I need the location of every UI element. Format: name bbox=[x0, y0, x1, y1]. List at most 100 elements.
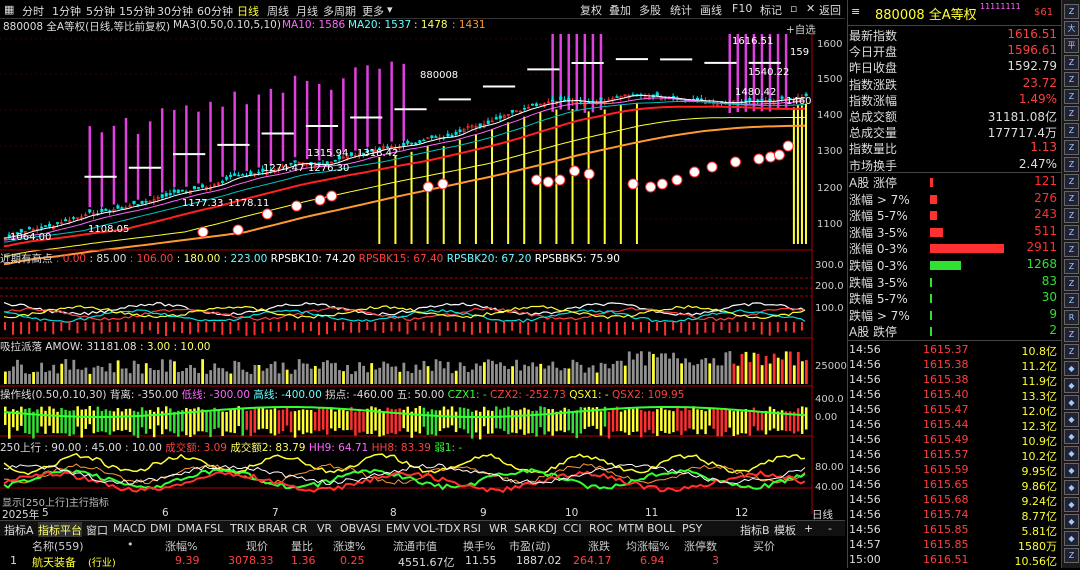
indicator-tab[interactable]: CR bbox=[292, 522, 307, 535]
indicator-tab[interactable]: BOLL bbox=[647, 522, 675, 535]
indicator-tab[interactable]: KDJ bbox=[538, 522, 557, 535]
side-tool-icon[interactable]: Z bbox=[1064, 106, 1079, 121]
period-tab[interactable]: 15分钟 bbox=[119, 3, 155, 19]
side-tool-icon[interactable]: ◆ bbox=[1064, 361, 1079, 376]
tool-button[interactable]: 返回 bbox=[819, 2, 841, 18]
indicator-tab[interactable]: PSY bbox=[682, 522, 702, 535]
side-tool-icon[interactable]: Z bbox=[1064, 344, 1079, 359]
period-tab[interactable]: 60分钟 bbox=[197, 3, 233, 19]
period-tab[interactable]: 月线 bbox=[296, 3, 318, 19]
period-tab[interactable]: 1分钟 bbox=[52, 3, 81, 19]
side-tool-icon[interactable]: ◆ bbox=[1064, 412, 1079, 427]
period-tab[interactable]: 日线 bbox=[237, 3, 259, 19]
side-tool-icon[interactable]: Z bbox=[1064, 276, 1079, 291]
indicator-tab[interactable]: MACD bbox=[113, 522, 146, 535]
period-tab[interactable]: 分时 bbox=[22, 3, 44, 19]
side-tool-icon[interactable]: Z bbox=[1064, 327, 1079, 342]
column-header[interactable]: 流通市值 bbox=[393, 538, 437, 554]
side-tool-icon[interactable]: Z bbox=[1064, 140, 1079, 155]
indicator-tab[interactable]: MTM bbox=[618, 522, 644, 535]
side-tool-icon[interactable]: ◆ bbox=[1064, 429, 1079, 444]
indicator-tab[interactable]: VOL-TDX bbox=[413, 522, 461, 535]
column-header[interactable]: 量比 bbox=[291, 538, 313, 554]
side-tool-icon[interactable]: Z bbox=[1064, 157, 1079, 172]
side-tool-icon[interactable]: Z bbox=[1064, 4, 1079, 19]
side-tool-icon[interactable]: ◆ bbox=[1064, 497, 1079, 512]
column-header[interactable]: 换手% bbox=[463, 538, 495, 554]
side-tool-icon[interactable]: Z bbox=[1064, 293, 1079, 308]
side-tool-icon[interactable]: ◆ bbox=[1064, 446, 1079, 461]
indicator-tab[interactable]: 指标B bbox=[740, 522, 770, 538]
period-tab[interactable]: 周线 bbox=[267, 3, 289, 19]
side-tool-icon[interactable]: Z bbox=[1064, 89, 1079, 104]
side-tool-icon[interactable]: ◆ bbox=[1064, 480, 1079, 495]
indicator-tab[interactable]: CCI bbox=[563, 522, 582, 535]
tool-button[interactable]: 叠加 bbox=[609, 2, 631, 18]
indicator-tab[interactable]: SAR bbox=[514, 522, 536, 535]
tool-button[interactable]: F10 bbox=[732, 2, 752, 15]
layout-grid-icon[interactable]: ▦ bbox=[4, 3, 14, 16]
period-tab[interactable]: 多周期 bbox=[323, 3, 356, 19]
indicator-tab[interactable]: DMA bbox=[177, 522, 203, 535]
side-tool-icon[interactable]: 大 bbox=[1064, 21, 1079, 36]
side-tool-icon[interactable]: ◆ bbox=[1064, 395, 1079, 410]
side-tool-icon[interactable]: ◆ bbox=[1064, 514, 1079, 529]
tool-button[interactable]: 多股 bbox=[639, 2, 661, 18]
side-tool-icon[interactable]: 平 bbox=[1064, 38, 1079, 53]
indicator-tab[interactable]: WR bbox=[489, 522, 508, 535]
indicator-tab[interactable]: 指标A bbox=[4, 522, 34, 538]
indicator-tab[interactable]: 指标平台 bbox=[38, 522, 82, 538]
side-tool-icon[interactable]: Z bbox=[1064, 123, 1079, 138]
indicator-tab[interactable]: FSL bbox=[204, 522, 223, 535]
side-tool-icon[interactable]: Z bbox=[1064, 259, 1079, 274]
indicator-tab[interactable]: 模板 bbox=[774, 522, 796, 538]
indicator-tab[interactable]: OBV bbox=[340, 522, 363, 535]
indicator-tab[interactable]: + bbox=[804, 522, 813, 535]
side-tool-icon[interactable]: Z bbox=[1064, 174, 1079, 189]
indicator-tab[interactable]: ASI bbox=[363, 522, 381, 535]
period-tab[interactable]: 5分钟 bbox=[86, 3, 115, 19]
minimize-icon[interactable]: ▫ bbox=[790, 2, 797, 15]
period-tab[interactable]: 30分钟 bbox=[157, 3, 193, 19]
tool-button[interactable]: 标记 bbox=[760, 2, 782, 18]
indicator-tab[interactable]: DMI bbox=[150, 522, 171, 535]
close-icon[interactable]: ✕ bbox=[806, 2, 815, 15]
column-header[interactable]: 买价 bbox=[753, 538, 775, 554]
period-tab[interactable]: 更多 bbox=[362, 3, 384, 19]
side-tool-icon[interactable]: ◆ bbox=[1064, 531, 1079, 546]
more-dropdown-icon[interactable]: ▾ bbox=[387, 3, 393, 16]
side-tool-icon[interactable]: ◆ bbox=[1064, 463, 1079, 478]
column-header[interactable]: 现价 bbox=[246, 538, 268, 554]
table-row[interactable]: 1 航天装备 (行业) 9.39 3078.33 1.36 0.25 4551.… bbox=[0, 553, 845, 569]
side-tool-icon[interactable]: Z bbox=[1064, 208, 1079, 223]
column-header[interactable]: 名称(559) bbox=[32, 538, 84, 554]
tool-button[interactable]: 复权 bbox=[580, 2, 602, 18]
tool-button[interactable]: 画线 bbox=[700, 2, 722, 18]
indicator-tab[interactable]: ROC bbox=[589, 522, 613, 535]
indicator-tab[interactable]: TRIX bbox=[230, 522, 255, 535]
indicator-tab[interactable]: BRAR bbox=[258, 522, 288, 535]
side-tool-icon[interactable]: Z bbox=[1064, 225, 1079, 240]
side-tool-icon[interactable]: Z bbox=[1064, 55, 1079, 70]
column-header[interactable]: • bbox=[127, 538, 134, 551]
column-header[interactable]: 涨速% bbox=[333, 538, 365, 554]
tool-button[interactable]: 统计 bbox=[670, 2, 692, 18]
side-tool-icon[interactable]: ◆ bbox=[1064, 378, 1079, 393]
side-tool-icon[interactable]: Z bbox=[1064, 242, 1079, 257]
side-tool-icon[interactable]: Z bbox=[1064, 72, 1079, 87]
indicator-tab[interactable]: EMV bbox=[386, 522, 410, 535]
indicator-tab[interactable]: RSI bbox=[463, 522, 481, 535]
column-header[interactable]: 涨跌 bbox=[588, 538, 610, 554]
operation-bar bbox=[112, 411, 116, 432]
side-tool-icon[interactable]: R bbox=[1064, 310, 1079, 325]
indicator-tab[interactable]: VR bbox=[317, 522, 332, 535]
indicator-tab[interactable]: 窗口 bbox=[86, 522, 108, 538]
column-header[interactable]: 市盈(动) bbox=[509, 538, 551, 554]
column-header[interactable]: 均涨幅% bbox=[626, 538, 669, 554]
menu-icon[interactable]: ≡ bbox=[851, 5, 860, 18]
column-header[interactable]: 涨停数 bbox=[684, 538, 717, 554]
side-tool-icon[interactable]: Z bbox=[1064, 548, 1079, 563]
indicator-tab[interactable]: - bbox=[828, 522, 832, 535]
column-header[interactable]: 涨幅% bbox=[165, 538, 197, 554]
side-tool-icon[interactable]: Z bbox=[1064, 191, 1079, 206]
